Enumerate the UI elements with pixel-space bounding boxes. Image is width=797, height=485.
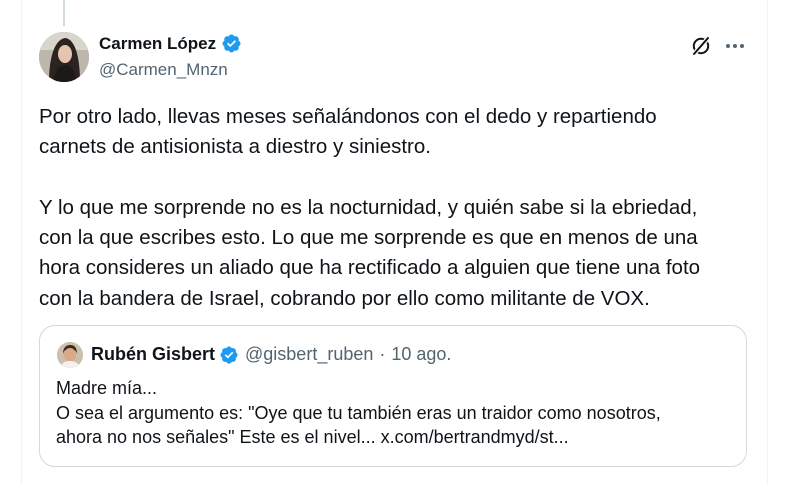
more-options-icon[interactable] bbox=[723, 34, 747, 58]
quoted-author-name[interactable]: Rubén Gisbert bbox=[91, 344, 215, 365]
tweet-author: Carmen López bbox=[99, 33, 242, 54]
thread-connector-line bbox=[63, 0, 65, 26]
quoted-tweet[interactable]: Rubén Gisbert @gisbert_ruben · 10 ago. M… bbox=[39, 325, 747, 467]
quoted-avatar[interactable] bbox=[57, 342, 83, 368]
verified-badge-icon[interactable] bbox=[221, 33, 242, 54]
quoted-avatar-photo bbox=[57, 342, 83, 368]
quoted-tweet-text: Madre mía... O sea el argumento es: "Oye… bbox=[56, 378, 661, 447]
grok-icon[interactable] bbox=[689, 34, 713, 58]
separator-dot: · bbox=[379, 344, 386, 364]
quoted-date[interactable]: 10 ago. bbox=[391, 344, 451, 365]
tweet-text: Por otro lado, llevas meses señalándonos… bbox=[39, 105, 701, 310]
quoted-verified-badge-icon bbox=[220, 345, 238, 364]
quoted-header: Rubén Gisbert @gisbert_ruben · 10 ago. bbox=[91, 344, 451, 365]
avatar[interactable] bbox=[39, 32, 89, 82]
author-handle[interactable]: @Carmen_Mnzn bbox=[99, 60, 228, 80]
quoted-author-handle[interactable]: @gisbert_ruben bbox=[245, 344, 373, 365]
avatar-photo bbox=[39, 32, 89, 82]
author-name[interactable]: Carmen López bbox=[99, 34, 216, 54]
